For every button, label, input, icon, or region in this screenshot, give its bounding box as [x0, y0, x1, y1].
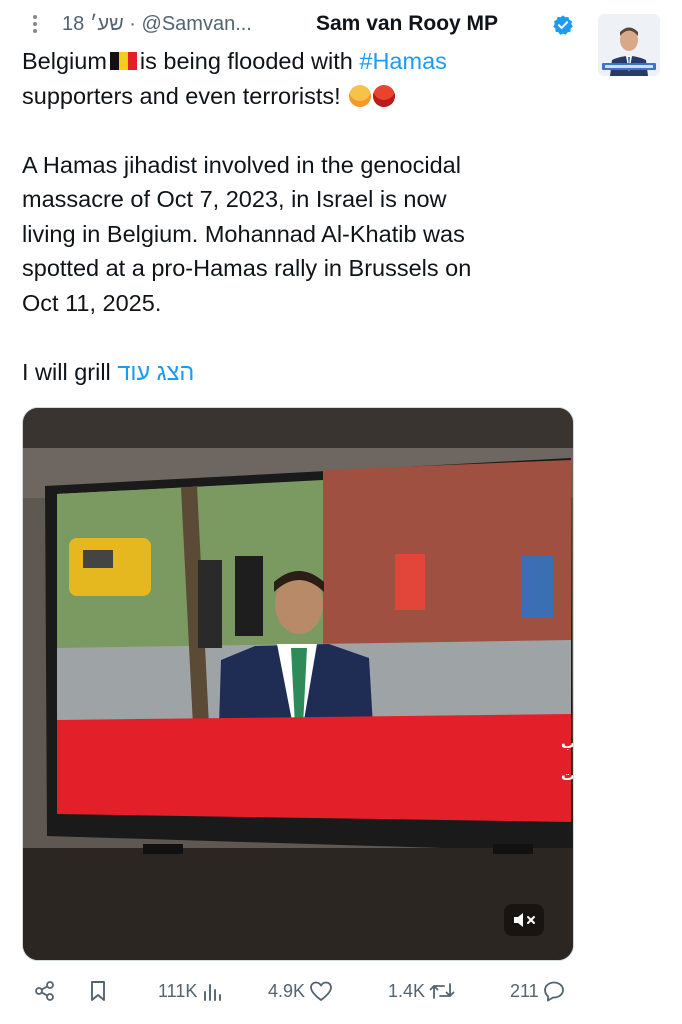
video-frame: مظاهرات في مدن أوروبية عدة تطالب بوقف ال… — [23, 408, 573, 960]
tweet-line: A Hamas jihadist involved in the genocid… — [22, 151, 461, 178]
tweet-line: spotted at a pro-Hamas rally in Brussels… — [22, 255, 472, 281]
author-name[interactable]: Sam van Rooy MP — [316, 12, 498, 36]
share-icon — [35, 981, 54, 1001]
exploding-head-emoji — [349, 84, 372, 107]
verified-badge-icon — [553, 15, 573, 35]
tweet-line: Belgium is being flooded with #Hamas — [22, 44, 582, 79]
reply-button[interactable]: 211 — [510, 980, 565, 1002]
cursing-face-emoji — [373, 84, 396, 107]
tweet-text-segment: Belgium — [22, 48, 107, 74]
video-media[interactable]: مظاهرات في مدن أوروبية عدة تطالب بوقف ال… — [22, 407, 574, 961]
tweet-line: Oct 11, 2025. — [22, 289, 162, 316]
more-vertical-icon[interactable] — [32, 12, 38, 38]
like-button[interactable]: 4.9K — [268, 980, 333, 1002]
reply-icon — [543, 981, 564, 1002]
tweet-line: I will grill הצג עוד — [22, 355, 582, 390]
tweet-header: 18 שע׳ · @Samvan... Sam van Rooy MP — [0, 10, 600, 40]
bookmark-icon — [91, 981, 105, 1001]
hashtag-link[interactable]: #Hamas — [359, 48, 447, 74]
tweet-text-segment: I will grill — [22, 358, 111, 385]
tweet-line: supporters and even terrorists! — [22, 79, 582, 114]
tweet-text-segment: supporters and even terrorists! — [22, 82, 341, 109]
news-banner-line1: مظاهرات في مدن أوروبية عدة تطالب بوقف ال… — [561, 734, 573, 752]
reposts-count: 1.4K — [388, 980, 426, 1001]
repost-button[interactable]: 1.4K — [388, 980, 455, 1002]
likes-count: 4.9K — [268, 980, 306, 1001]
tweet-line: massacre of Oct 7, 2023, in Israel is no… — [22, 186, 447, 212]
news-banner-line2: الإسرائيلية على قطاع غزة وإدخال المساعدا… — [561, 768, 573, 784]
tweet-meta[interactable]: 18 שע׳ · @Samvan... — [62, 13, 252, 36]
views-button[interactable]: 111K — [158, 980, 223, 1002]
repost-icon — [429, 983, 455, 999]
tweet-line: living in Belgium. Mohannad Al-Khatib wa… — [22, 220, 465, 247]
bookmark-button[interactable] — [88, 980, 108, 1002]
tweet-text-segment: is being flooded with — [139, 48, 353, 74]
mute-icon[interactable] — [504, 904, 544, 936]
tweet-text: Belgium is being flooded with #Hamas supp… — [22, 44, 582, 389]
belgium-flag-emoji — [109, 45, 137, 70]
show-more-link[interactable]: הצג עוד — [117, 359, 194, 385]
like-icon — [310, 981, 332, 1001]
avatar[interactable] — [598, 14, 660, 76]
views-icon — [204, 984, 222, 1001]
share-button[interactable] — [34, 980, 56, 1002]
tweet-actions: 111K 4.9K 1.4K 211 — [0, 972, 682, 1012]
views-count: 111K — [158, 980, 198, 1001]
replies-count: 211 — [510, 980, 539, 1001]
